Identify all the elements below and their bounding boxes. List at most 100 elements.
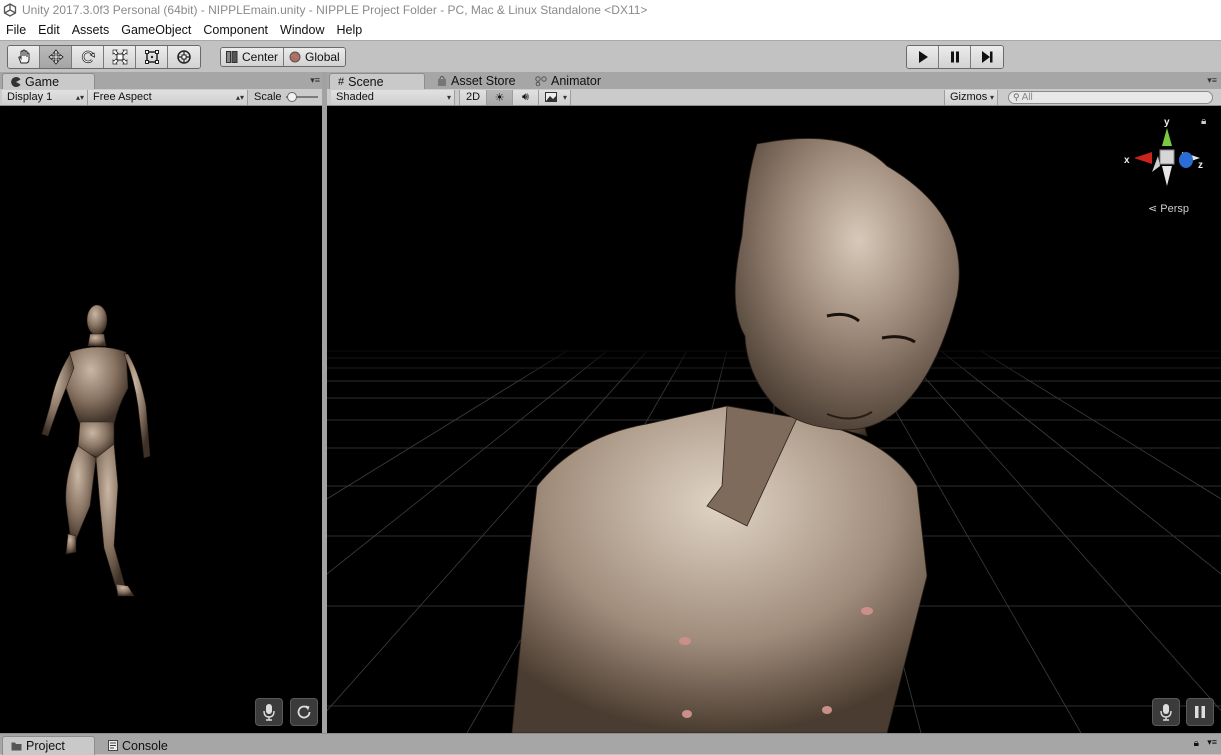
microphone-button[interactable] bbox=[255, 698, 283, 726]
console-icon bbox=[108, 740, 118, 751]
game-viewport[interactable] bbox=[0, 106, 322, 733]
scale-label: Scale bbox=[254, 91, 282, 103]
window-title: Unity 2017.3.0f3 Personal (64bit) - NIPP… bbox=[22, 3, 648, 17]
scene-viewport[interactable]: y x z 🔒︎ ⋖ Persp bbox=[327, 106, 1221, 733]
globe-icon bbox=[289, 51, 301, 63]
character-closeup bbox=[511, 138, 960, 733]
tab-console-label: Console bbox=[122, 738, 168, 753]
game-panel-menu-icon[interactable]: ▾≡ bbox=[310, 75, 320, 86]
scene-search-field[interactable]: ⚲ All bbox=[1008, 90, 1213, 104]
bottom-panel-menu-icon[interactable]: ▾≡ bbox=[1207, 737, 1217, 748]
scale-slider[interactable] bbox=[285, 92, 318, 102]
rect-icon bbox=[144, 50, 159, 64]
tab-scene-label: Scene bbox=[348, 74, 384, 89]
step-button[interactable] bbox=[971, 46, 1003, 68]
shopping-bag-icon bbox=[438, 76, 446, 86]
scale-icon bbox=[112, 49, 127, 65]
tab-animator[interactable]: Animator bbox=[527, 73, 609, 89]
gizmos-dropdown[interactable]: Gizmos ▾ bbox=[944, 89, 998, 105]
scene-render bbox=[327, 138, 1221, 733]
transform-tool-button[interactable] bbox=[168, 46, 200, 68]
play-button[interactable] bbox=[907, 46, 939, 68]
lighting-toggle[interactable]: ☀ bbox=[487, 89, 513, 105]
rotate-tool-button[interactable] bbox=[72, 46, 104, 68]
gizmos-label: Gizmos bbox=[950, 91, 988, 103]
tab-console[interactable]: Console bbox=[100, 736, 176, 755]
projection-toggle[interactable]: ⋖ Persp bbox=[1148, 202, 1189, 215]
display-dropdown[interactable]: Display 1 ▴▾ bbox=[2, 89, 88, 105]
sun-icon: ☀ bbox=[494, 91, 505, 104]
refresh-button[interactable] bbox=[290, 698, 318, 726]
refresh-icon bbox=[297, 705, 311, 719]
tab-project[interactable]: Project bbox=[2, 736, 95, 755]
scene-pause-button[interactable] bbox=[1186, 698, 1214, 726]
image-icon bbox=[545, 92, 557, 102]
transform-icon bbox=[177, 50, 191, 64]
pivot-mode-button[interactable]: Center bbox=[221, 48, 285, 66]
folder-icon bbox=[11, 742, 22, 751]
pivot-controls: Center Global bbox=[220, 47, 346, 67]
tab-animator-label: Animator bbox=[551, 74, 602, 88]
shading-value: Shaded bbox=[336, 91, 374, 103]
scene-panel-menu-icon[interactable]: ▾≡ bbox=[1207, 75, 1217, 86]
step-icon bbox=[982, 51, 993, 63]
menu-window[interactable]: Window bbox=[274, 23, 330, 37]
menu-gameobject[interactable]: GameObject bbox=[115, 23, 197, 37]
menu-edit[interactable]: Edit bbox=[32, 23, 66, 37]
tab-asset-store[interactable]: Asset Store bbox=[429, 73, 524, 89]
menu-assets[interactable]: Assets bbox=[66, 23, 116, 37]
menu-help[interactable]: Help bbox=[330, 23, 368, 37]
chevron-down-icon: ▾ bbox=[562, 92, 567, 102]
pivot-rotation-label: Global bbox=[305, 50, 340, 64]
chevron-down-icon: ▴▾ bbox=[235, 92, 244, 102]
chevron-down-icon: ▾ bbox=[989, 92, 994, 102]
rect-tool-button[interactable] bbox=[136, 46, 168, 68]
game-control-bar: Display 1 ▴▾ Free Aspect ▴▾ Scale bbox=[0, 89, 322, 106]
search-icon: ⚲ bbox=[1013, 91, 1020, 102]
lock-icon[interactable]: 🔒︎ bbox=[1201, 116, 1206, 127]
perspective-icon: ⋖ bbox=[1147, 203, 1158, 215]
chevron-down-icon: ▾ bbox=[446, 92, 451, 102]
title-bar: Unity 2017.3.0f3 Personal (64bit) - NIPP… bbox=[0, 0, 1221, 20]
menu-component[interactable]: Component bbox=[197, 23, 274, 37]
hand-tool-button[interactable] bbox=[8, 46, 40, 68]
move-tool-button[interactable] bbox=[40, 46, 72, 68]
effects-dropdown[interactable]: ▾ bbox=[539, 89, 571, 105]
pause-button[interactable] bbox=[939, 46, 971, 68]
character-figure bbox=[41, 304, 151, 597]
axis-y-label: y bbox=[1164, 117, 1170, 128]
game-tab-row: Game ▾≡ bbox=[0, 72, 322, 89]
toggle-2d-button[interactable]: 2D bbox=[459, 89, 487, 105]
pause-icon bbox=[950, 51, 959, 63]
audio-toggle[interactable]: 🔊︎ bbox=[513, 89, 539, 105]
microphone-icon bbox=[1160, 704, 1172, 721]
transform-tools bbox=[7, 45, 201, 69]
menu-file[interactable]: File bbox=[0, 23, 32, 37]
scale-tool-button[interactable] bbox=[104, 46, 136, 68]
tab-project-label: Project bbox=[26, 739, 65, 753]
tab-game-label: Game bbox=[25, 74, 60, 89]
hand-icon bbox=[17, 49, 29, 64]
orientation-gizmo[interactable]: y x z bbox=[1122, 116, 1212, 196]
tab-asset-store-label: Asset Store bbox=[451, 74, 516, 88]
tab-scene[interactable]: # Scene bbox=[329, 73, 425, 89]
tab-game[interactable]: Game bbox=[2, 73, 95, 89]
slider-thumb[interactable] bbox=[286, 92, 297, 102]
toggle-2d-label: 2D bbox=[465, 91, 481, 103]
aspect-dropdown[interactable]: Free Aspect ▴▾ bbox=[88, 89, 248, 105]
pause-icon bbox=[1195, 706, 1205, 718]
scene-microphone-button[interactable] bbox=[1152, 698, 1180, 726]
pacman-icon bbox=[11, 76, 21, 87]
chevron-down-icon: ▴▾ bbox=[75, 92, 84, 102]
pivot-rotation-button[interactable]: Global bbox=[284, 48, 345, 66]
microphone-icon bbox=[263, 704, 275, 721]
speaker-icon: 🔊︎ bbox=[522, 90, 529, 103]
display-value: Display 1 bbox=[7, 91, 53, 103]
bottom-lock-icon[interactable]: 🔒︎ bbox=[1194, 738, 1199, 749]
aspect-value: Free Aspect bbox=[93, 91, 152, 103]
scene-control-bar: Shaded ▾ 2D ☀ 🔊︎ ▾ Gizmos ▾ ⚲ All bbox=[327, 89, 1221, 106]
game-render bbox=[41, 304, 151, 597]
shading-dropdown[interactable]: Shaded ▾ bbox=[331, 89, 455, 105]
bottom-tab-row: Project Console 🔒︎ ▾≡ bbox=[0, 733, 1221, 755]
scene-tab-row: # Scene Asset Store Animator ▾≡ bbox=[327, 72, 1221, 89]
